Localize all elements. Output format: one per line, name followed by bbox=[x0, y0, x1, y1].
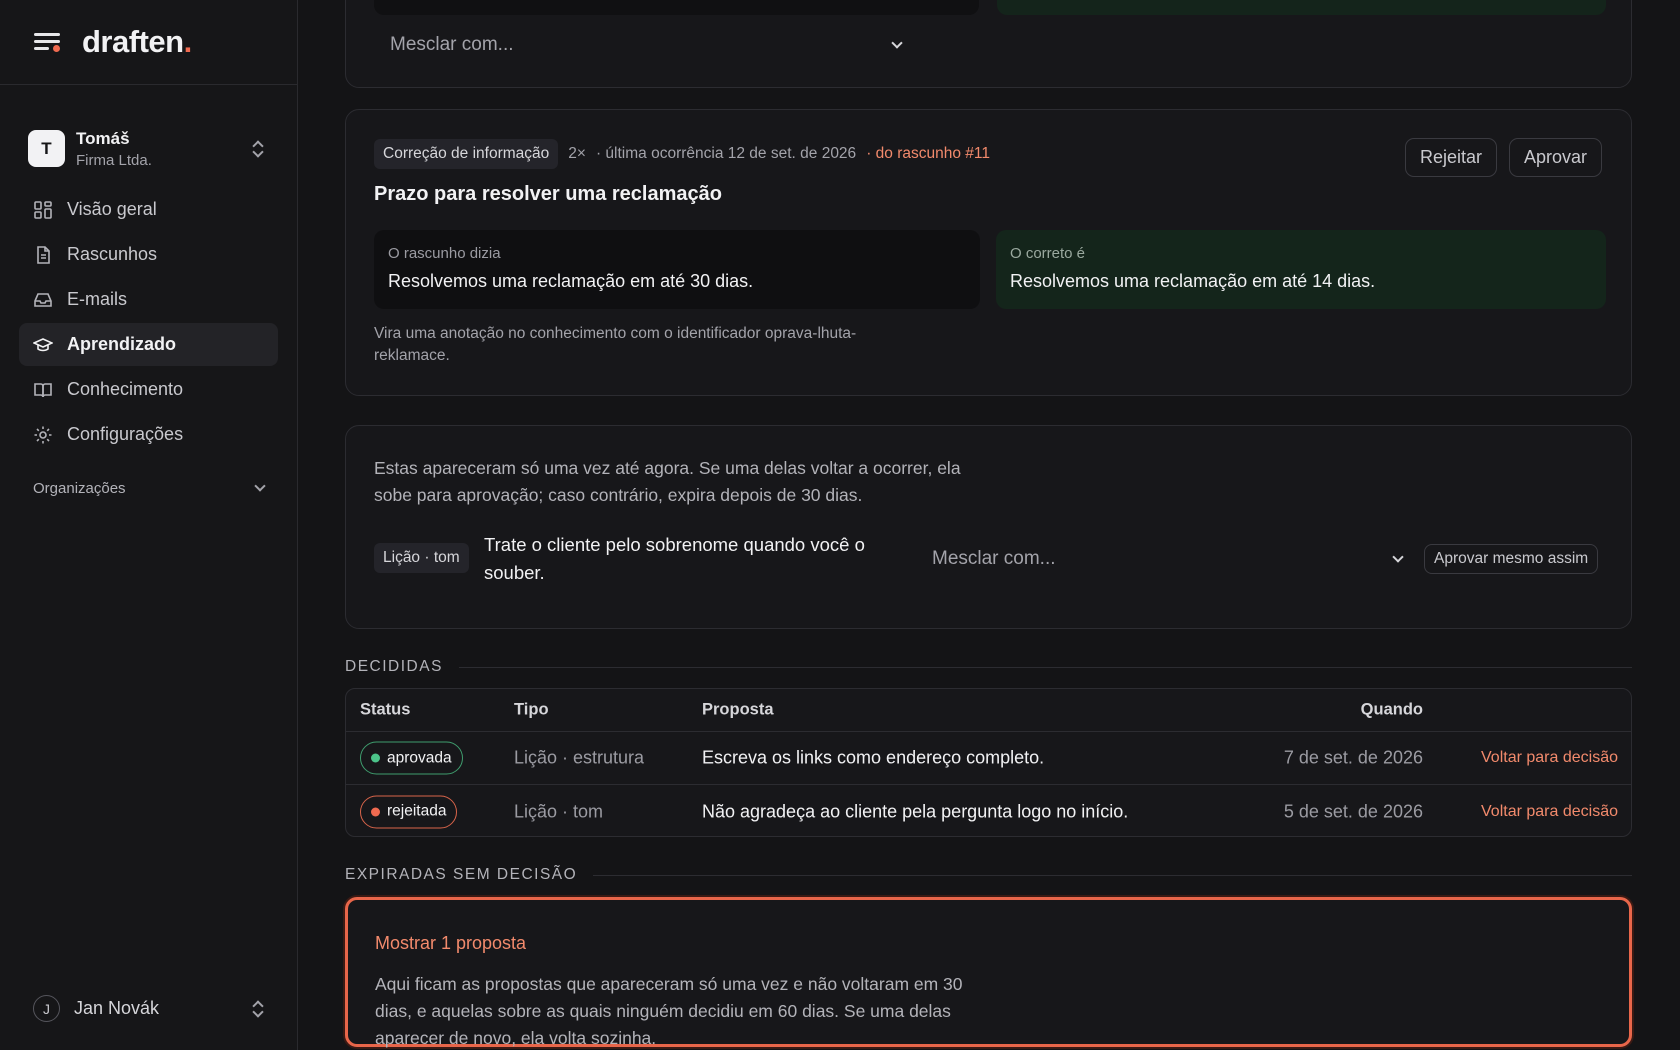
sidebar-item-label: Conhecimento bbox=[67, 379, 184, 399]
status-dot-icon bbox=[371, 753, 380, 763]
sidebar-item-label: Visão geral bbox=[67, 199, 157, 219]
app-window: draften. T Tomáš Firma Ltda. Visão geral… bbox=[0, 0, 1680, 1050]
sidebar-item-knowledge[interactable]: Conhecimento bbox=[19, 368, 278, 411]
sidebar-item-emails[interactable]: E-mails bbox=[19, 278, 278, 321]
sidebar-item-label: Rascunhos bbox=[67, 244, 158, 264]
expired-description: Aqui ficam as propostas que apareceram s… bbox=[375, 974, 963, 1048]
source-draft-link[interactable]: · do rascunho #11 bbox=[866, 145, 990, 163]
book-icon bbox=[34, 382, 52, 397]
chevron-up-down-icon bbox=[251, 1000, 265, 1018]
decided-table: Status Tipo Proposta Quando aprovada Liç… bbox=[345, 688, 1632, 837]
status-dot-icon bbox=[371, 807, 380, 816]
row-proposal: Escreva os links como endereço completo. bbox=[702, 747, 1045, 768]
draft-text: Resolvemos uma reclamação em até 30 dias… bbox=[388, 271, 754, 291]
correct-label: O correto é bbox=[1010, 245, 1086, 262]
section-heading-label: DECIDIDAS bbox=[345, 658, 443, 675]
menu-icon[interactable] bbox=[34, 32, 60, 52]
workspace-switcher[interactable]: T Tomáš Firma Ltda. bbox=[0, 85, 297, 180]
row-type: Lição · estrutura bbox=[514, 747, 645, 768]
brand-header: draften. bbox=[0, 0, 297, 85]
reject-button[interactable]: Rejeitar bbox=[1405, 138, 1498, 177]
pending-proposals-card: Estas apareceram só uma vez até agora. S… bbox=[345, 425, 1632, 629]
column-proposal: Proposta bbox=[702, 700, 774, 719]
revert-decision-link[interactable]: Voltar para decisão bbox=[1481, 803, 1618, 821]
merge-select-value: Mesclar com... bbox=[932, 548, 1056, 569]
sidebar-item-settings[interactable]: Configurações bbox=[19, 413, 278, 456]
lesson-tag: Lição · tom bbox=[374, 543, 469, 573]
column-status: Status bbox=[360, 700, 411, 719]
correct-box bbox=[997, 0, 1606, 15]
sidebar-item-overview[interactable]: Visão geral bbox=[19, 188, 278, 231]
correct-box: O correto é Resolvemos uma reclamação em… bbox=[996, 230, 1606, 309]
pending-intro: Estas apareceram só uma vez até agora. S… bbox=[374, 458, 961, 505]
user-menu[interactable]: J Jan Novák bbox=[33, 995, 269, 1022]
sidebar-nav: Visão geral Rascunhos E-mails Aprendizad… bbox=[0, 180, 297, 456]
organizations-toggle[interactable]: Organizações bbox=[19, 468, 278, 508]
logo[interactable]: draften. bbox=[82, 24, 192, 60]
status-badge: rejeitada bbox=[360, 795, 458, 828]
document-icon bbox=[37, 245, 50, 264]
proposal-type-tag: Correção de informação bbox=[374, 139, 559, 169]
sidebar-item-label: Configurações bbox=[67, 424, 184, 444]
column-type: Tipo bbox=[514, 700, 549, 719]
workspace-company: Firma Ltda. bbox=[76, 151, 152, 169]
merge-select[interactable]: Mesclar com... bbox=[390, 34, 903, 56]
graduation-cap-icon bbox=[33, 337, 53, 351]
last-occurrence: · última ocorrência 12 de set. de 2026 bbox=[595, 145, 857, 162]
main-content: Mesclar com... Correção de informação 2×… bbox=[298, 0, 1680, 1050]
proposal-card-correction: Correção de informação 2× · última ocorr… bbox=[345, 109, 1632, 396]
sidebar-item-label: Aprendizado bbox=[67, 334, 177, 354]
section-heading-decided: DECIDIDAS bbox=[345, 658, 1632, 676]
lesson-text: Trate o cliente pelo sobrenome quando vo… bbox=[484, 534, 865, 583]
row-date: 7 de set. de 2026 bbox=[1283, 747, 1423, 768]
gear-icon bbox=[34, 426, 52, 443]
sidebar-item-learning[interactable]: Aprendizado bbox=[19, 323, 278, 366]
inbox-icon bbox=[34, 292, 52, 307]
workspace-avatar: T bbox=[28, 130, 65, 167]
correct-text: Resolvemos uma reclamação em até 14 dias… bbox=[1010, 271, 1376, 291]
chevron-down-icon bbox=[1392, 551, 1404, 563]
occurrence-count: 2× bbox=[568, 145, 586, 162]
show-proposals-link[interactable]: Mostrar 1 proposta bbox=[375, 933, 526, 954]
approve-anyway-button[interactable]: Aprovar mesmo assim bbox=[1424, 544, 1599, 574]
merge-select-value: Mesclar com... bbox=[390, 34, 514, 55]
draft-box: O rascunho dizia Resolvemos uma reclamaç… bbox=[374, 230, 980, 309]
table-header: Status Tipo Proposta Quando bbox=[346, 689, 1631, 732]
divider bbox=[593, 874, 1632, 876]
divider bbox=[458, 666, 1632, 668]
proposal-note: Vira uma anotação no conhecimento com o … bbox=[374, 325, 857, 364]
row-date: 5 de set. de 2026 bbox=[1283, 801, 1423, 821]
workspace-name: Tomáš bbox=[76, 128, 130, 148]
avatar: J bbox=[33, 995, 60, 1022]
section-heading-label: EXPIRADAS SEM DECISÃO bbox=[345, 866, 578, 883]
merge-select[interactable]: Mesclar com... bbox=[932, 548, 1404, 570]
expired-proposals-card: Mostrar 1 proposta Aqui ficam as propost… bbox=[345, 897, 1632, 1048]
sidebar: draften. T Tomáš Firma Ltda. Visão geral… bbox=[0, 0, 298, 1050]
table-row: aprovada Lição · estrutura Escreva os li… bbox=[346, 732, 1631, 785]
approve-button[interactable]: Aprovar bbox=[1509, 138, 1603, 177]
section-heading-expired: EXPIRADAS SEM DECISÃO bbox=[345, 866, 1632, 884]
proposal-card-previous: Mesclar com... bbox=[345, 0, 1632, 88]
draft-label: O rascunho dizia bbox=[388, 245, 501, 262]
sidebar-item-drafts[interactable]: Rascunhos bbox=[19, 233, 278, 276]
chevron-down-icon bbox=[891, 37, 903, 49]
proposal-meta: Correção de informação 2× · última ocorr… bbox=[374, 139, 990, 169]
status-badge: aprovada bbox=[360, 741, 463, 775]
proposal-title: Prazo para resolver uma reclamação bbox=[374, 183, 722, 205]
chevron-down-icon bbox=[254, 480, 266, 492]
draft-box bbox=[374, 0, 979, 15]
revert-decision-link[interactable]: Voltar para decisão bbox=[1481, 749, 1618, 767]
row-proposal: Não agradeça ao cliente pela pergunta lo… bbox=[702, 801, 1129, 821]
chevron-up-down-icon bbox=[251, 140, 265, 158]
table-row: rejeitada Lição · tom Não agradeça ao cl… bbox=[346, 785, 1631, 836]
sidebar-item-label: E-mails bbox=[67, 289, 128, 309]
organizations-label: Organizações bbox=[33, 479, 126, 497]
grid-icon bbox=[34, 200, 52, 219]
user-name: Jan Novák bbox=[74, 998, 160, 1018]
column-when: Quando bbox=[1360, 700, 1423, 719]
row-type: Lição · tom bbox=[514, 801, 604, 821]
